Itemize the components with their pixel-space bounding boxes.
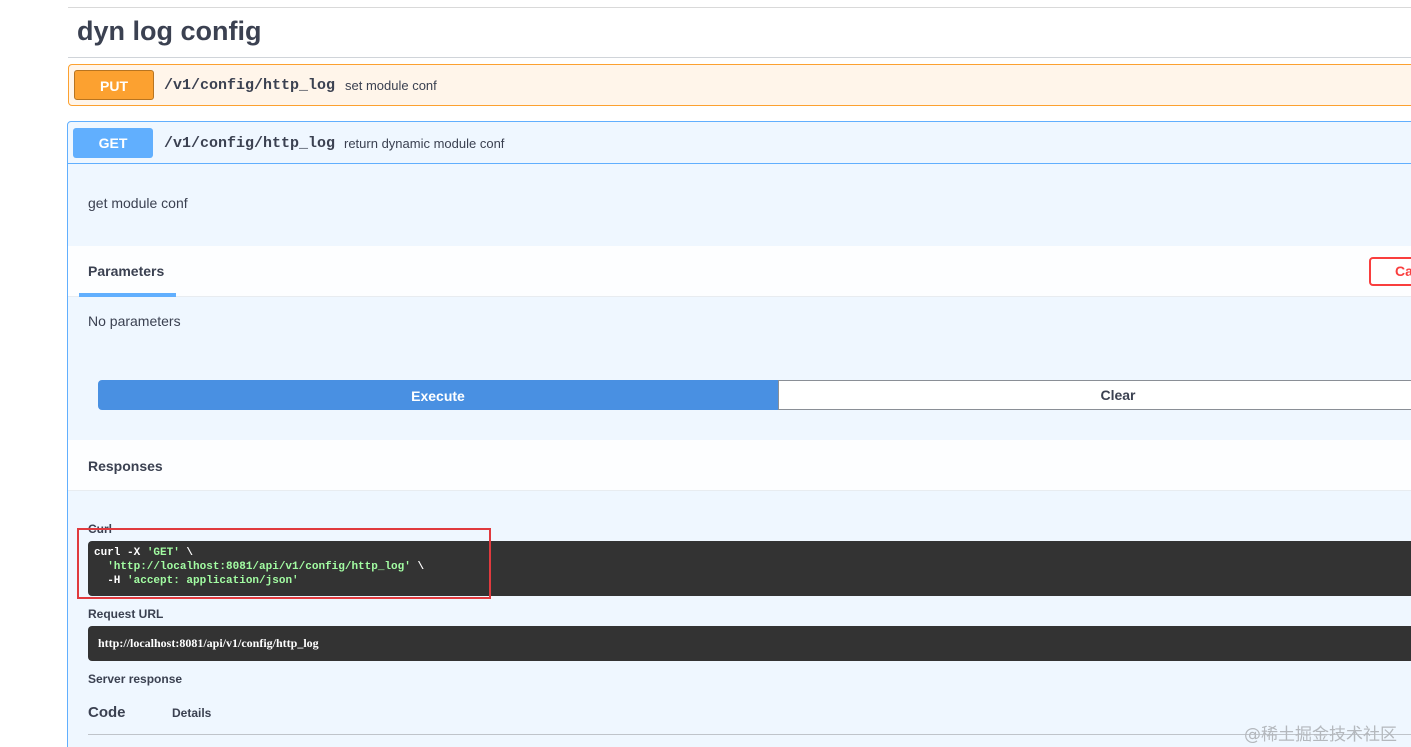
section-title[interactable]: dyn log config — [77, 16, 261, 47]
get-operation-summary[interactable]: GET /v1/config/http_log return dynamic m… — [68, 122, 1411, 164]
put-operation-path: /v1/config/http_log — [164, 77, 336, 94]
get-operation-path: /v1/config/http_log — [164, 135, 336, 152]
request-url-label: Request URL — [88, 607, 164, 621]
operation-description: get module conf — [88, 195, 188, 211]
put-operation-summary[interactable]: PUT /v1/config/http_log set module conf — [68, 64, 1411, 106]
responses-title: Responses — [88, 458, 163, 474]
responses-header: Responses — [68, 440, 1411, 491]
server-response-label: Server response — [88, 672, 183, 686]
get-method-badge: GET — [73, 128, 153, 158]
tab-parameters[interactable]: Parameters — [88, 263, 164, 279]
parameters-header: Parameters Ca — [68, 246, 1411, 297]
cancel-button[interactable]: Ca — [1369, 257, 1411, 286]
title-divider — [68, 57, 1411, 58]
put-operation-summary-text: set module conf — [345, 78, 437, 93]
response-details-column: Details — [172, 706, 212, 720]
get-operation-summary-text: return dynamic module conf — [344, 136, 505, 151]
response-table-divider — [88, 734, 1411, 735]
no-parameters-text: No parameters — [88, 313, 181, 329]
clear-button[interactable]: Clear — [778, 380, 1411, 410]
curl-highlight-annotation — [77, 528, 491, 599]
put-method-badge: PUT — [74, 70, 154, 100]
watermark: @稀土掘金技术社区 — [1244, 725, 1397, 745]
execute-button[interactable]: Execute — [98, 380, 778, 410]
response-code-column: Code — [88, 704, 126, 721]
top-divider — [68, 7, 1411, 8]
get-operation-block: GET /v1/config/http_log return dynamic m… — [67, 121, 1411, 747]
active-tab-indicator — [79, 293, 176, 297]
request-url-block[interactable]: http://localhost:8081/api/v1/config/http… — [88, 626, 1411, 661]
